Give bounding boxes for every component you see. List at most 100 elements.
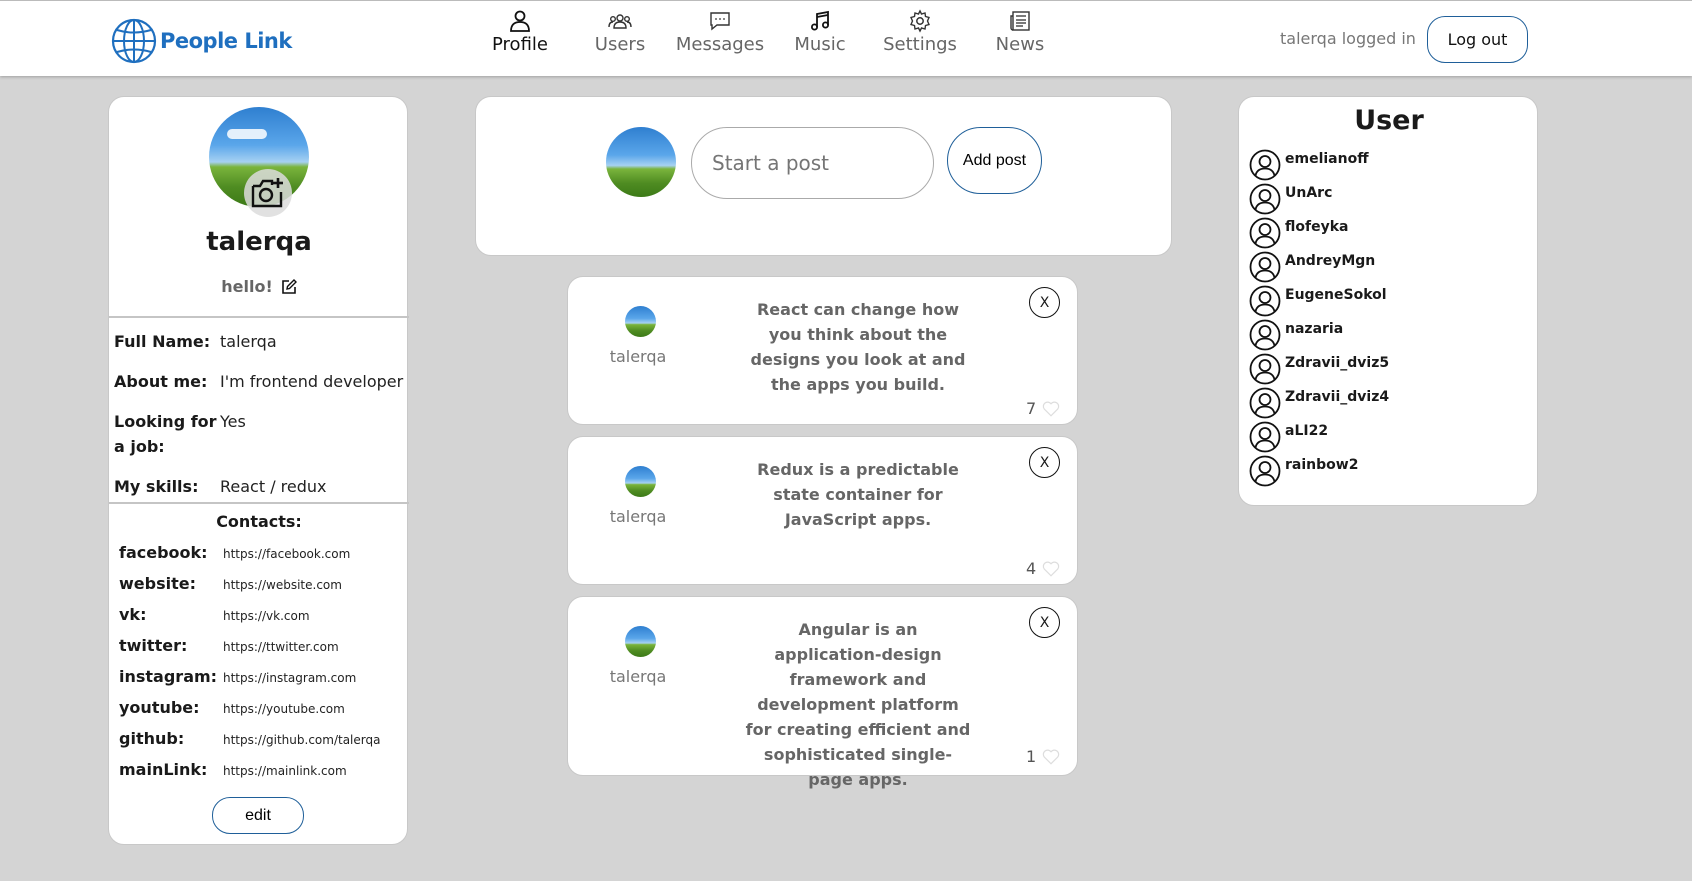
user-list-item[interactable]: rainbow2 — [1249, 455, 1358, 487]
logo[interactable]: People Link — [110, 17, 292, 65]
contact-row: instagram: https://instagram.com — [119, 667, 356, 686]
info-label: About me: — [114, 372, 208, 391]
chat-icon — [710, 12, 730, 31]
contact-link[interactable]: https://ttwitter.com — [223, 640, 339, 654]
post-text: Redux is a predictable state container f… — [757, 460, 959, 529]
user-name: AndreyMgn — [1285, 253, 1376, 269]
contact-row: github: https://github.com/talerqa — [119, 729, 380, 748]
info-row-looking-for-job: Looking for a job: Yes — [114, 409, 246, 459]
edit-profile-button[interactable]: edit — [212, 797, 304, 834]
user-avatar-icon — [1249, 149, 1281, 181]
user-name: rainbow2 — [1285, 457, 1359, 473]
user-avatar-icon — [1249, 455, 1281, 487]
contact-label: facebook: — [119, 543, 208, 562]
info-label: My skills: — [114, 477, 199, 496]
user-name: flofeyka — [1285, 219, 1349, 235]
add-post-button[interactable]: Add post — [947, 127, 1042, 194]
user-avatar-icon — [1249, 183, 1281, 215]
post-card: talerqa Redux is a predictable state con… — [567, 436, 1078, 585]
top-header: People Link Profile Users Messages Music… — [0, 0, 1692, 76]
logout-button[interactable]: Log out — [1427, 16, 1528, 63]
nav-profile-label: Profile — [492, 34, 548, 55]
newspaper-icon — [1010, 11, 1030, 31]
contact-link[interactable]: https://mainlink.com — [223, 764, 347, 778]
info-row-skills: My skills: React / redux — [114, 474, 327, 499]
contact-label: website: — [119, 574, 196, 593]
users-icon — [608, 14, 632, 29]
nav-messages[interactable]: Messages — [670, 9, 770, 55]
users-card: User emelianoff UnArc flofeyka AndreyMgn Eug… — [1238, 96, 1538, 506]
like-count: 7 — [1026, 399, 1037, 418]
user-list-item[interactable]: Zdravii_dviz5 — [1249, 353, 1389, 385]
like-control[interactable]: 7 — [1026, 399, 1060, 418]
nav-users[interactable]: Users — [570, 9, 670, 55]
change-photo-button[interactable] — [244, 169, 292, 217]
contact-link[interactable]: https://vk.com — [223, 609, 310, 623]
like-control[interactable]: 1 — [1026, 747, 1060, 766]
info-row-full-name: Full Name: talerqa — [114, 329, 277, 354]
contact-row: website: https://website.com — [119, 574, 342, 593]
heart-icon[interactable] — [1042, 748, 1060, 766]
heart-icon[interactable] — [1042, 400, 1060, 418]
info-label: Looking for a job: — [114, 412, 217, 456]
camera-plus-icon — [251, 178, 283, 208]
contact-link[interactable]: https://instagram.com — [223, 671, 356, 685]
user-list-item[interactable]: aLI22 — [1249, 421, 1328, 453]
contact-link[interactable]: https://github.com/talerqa — [223, 733, 380, 747]
user-avatar-icon — [1249, 387, 1281, 419]
post-card: talerqa React can change how you think a… — [567, 276, 1078, 425]
profile-card: talerqa hello! Full Name: talerqa About … — [108, 96, 409, 845]
nav-users-label: Users — [594, 34, 646, 55]
nav-settings-label: Settings — [883, 34, 957, 55]
user-list-item[interactable]: emelianoff — [1249, 149, 1369, 181]
delete-post-button[interactable]: X — [1029, 287, 1060, 318]
contact-link[interactable]: https://facebook.com — [223, 547, 350, 561]
user-avatar-icon — [1249, 319, 1281, 351]
nav-profile[interactable]: Profile — [470, 9, 570, 55]
avatar — [625, 626, 656, 657]
info-value: I'm frontend developer — [220, 372, 404, 391]
contact-label: github: — [119, 729, 185, 748]
delete-post-button[interactable]: X — [1029, 607, 1060, 638]
user-name: Zdravii_dviz4 — [1285, 389, 1390, 405]
contact-link[interactable]: https://website.com — [223, 578, 342, 592]
post-card: talerqa Angular is an application-design… — [567, 596, 1078, 789]
edit-icon[interactable] — [281, 278, 297, 295]
gear-icon — [910, 9, 930, 33]
nav-messages-label: Messages — [675, 34, 765, 55]
user-avatar-icon — [1249, 285, 1281, 317]
post-text: React can change how you think about the… — [750, 300, 966, 394]
avatar — [625, 306, 656, 337]
user-list-item[interactable]: flofeyka — [1249, 217, 1348, 249]
delete-post-button[interactable]: X — [1029, 447, 1060, 478]
contact-row: twitter: https://ttwitter.com — [119, 636, 339, 655]
user-avatar-icon — [1249, 421, 1281, 453]
divider — [109, 502, 409, 504]
contact-link[interactable]: https://youtube.com — [223, 702, 345, 716]
like-count: 1 — [1026, 747, 1037, 766]
user-name: emelianoff — [1285, 151, 1369, 167]
post-input[interactable] — [691, 127, 934, 199]
info-value: Yes — [220, 412, 246, 431]
login-status: talerqa logged in — [1280, 29, 1416, 48]
user-list-item[interactable]: AndreyMgn — [1249, 251, 1375, 283]
user-list-item[interactable]: Zdravii_dviz4 — [1249, 387, 1389, 419]
person-icon — [510, 10, 530, 32]
nav-music-label: Music — [794, 34, 846, 55]
user-name: EugeneSokol — [1285, 287, 1387, 303]
logo-text: People Link — [160, 29, 292, 53]
like-control[interactable]: 4 — [1026, 559, 1060, 578]
user-list-item[interactable]: nazaria — [1249, 319, 1343, 351]
nav-settings[interactable]: Settings — [870, 9, 970, 55]
user-list-item[interactable]: UnArc — [1249, 183, 1332, 215]
nav-news[interactable]: News — [970, 9, 1070, 55]
user-avatar-icon — [1249, 353, 1281, 385]
nav-music[interactable]: Music — [770, 9, 870, 55]
contact-row: facebook: https://facebook.com — [119, 543, 350, 562]
heart-icon[interactable] — [1042, 560, 1060, 578]
user-list-item[interactable]: EugeneSokol — [1249, 285, 1387, 317]
contact-label: vk: — [119, 605, 147, 624]
user-name: UnArc — [1285, 185, 1333, 201]
users-title: User — [1354, 105, 1424, 136]
contact-row: youtube: https://youtube.com — [119, 698, 345, 717]
